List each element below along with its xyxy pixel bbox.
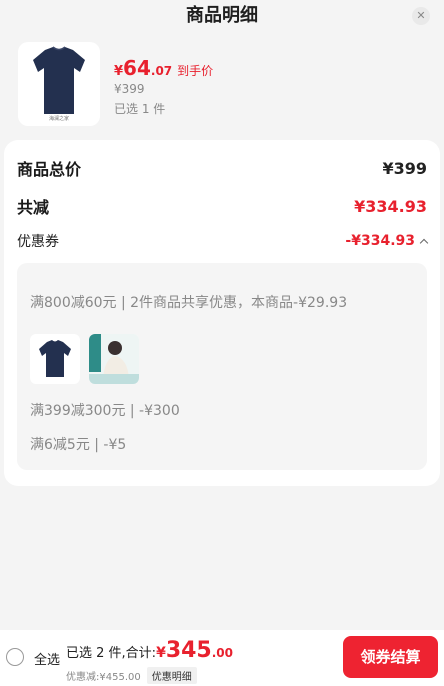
total-price-row: 商品总价 ¥399 xyxy=(17,156,427,180)
selected-count: 已选 1 件 xyxy=(114,102,166,116)
coupon-line-3: 满6减5元 | -¥5 xyxy=(30,437,127,453)
total-integer: 345 xyxy=(165,638,212,663)
discount-text: 优惠减:¥455.00 xyxy=(66,672,141,683)
header: 商品明细 ✕ xyxy=(0,0,444,34)
coupon-label: 优惠券 xyxy=(17,234,59,250)
product-thumbnail[interactable]: 海澜之家 xyxy=(18,42,100,126)
deal-price: ¥64.07 到手价 xyxy=(114,56,213,80)
coupon-detail-box: 满800减60元 | 2件商品共享优惠，本商品-¥29.93 满399减300元… xyxy=(17,263,427,470)
coupon-value: -¥334.93 xyxy=(345,233,415,249)
price-summary-panel: 商品总价 ¥399 共减 ¥334.93 优惠券 -¥334.93 满800减6… xyxy=(4,140,440,486)
tshirt-image xyxy=(33,46,85,114)
page-title: 商品明细 xyxy=(186,5,258,26)
reduce-label: 共减 xyxy=(17,198,50,217)
bottom-bar: 全选 已选 2 件,合计:¥345.00 优惠减:¥455.00 优惠明细 领券结… xyxy=(0,630,444,686)
reduce-value: ¥334.93 xyxy=(354,196,427,216)
total-label: 商品总价 xyxy=(17,160,82,179)
coupon-line-2: 满399减300元 | -¥300 xyxy=(30,403,180,419)
coupon-row[interactable]: 优惠券 -¥334.93 xyxy=(17,231,429,251)
coupon-item-tshirt xyxy=(30,334,80,384)
sweater-mini-image xyxy=(89,334,139,384)
thumb-label: 海澜之家 xyxy=(48,116,69,122)
checkout-button[interactable]: 领券结算 xyxy=(343,636,438,678)
price-currency: ¥ xyxy=(114,64,124,79)
total-currency: ¥ xyxy=(156,645,166,661)
discount-summary: 优惠减:¥455.00 优惠明细 xyxy=(66,667,197,684)
tshirt-mini-image xyxy=(39,340,71,377)
total-value: ¥399 xyxy=(382,158,427,178)
original-price: ¥399 xyxy=(114,82,145,96)
discount-detail-button[interactable]: 优惠明细 xyxy=(146,667,197,684)
total-decimal: .00 xyxy=(211,646,234,660)
price-tag: 到手价 xyxy=(177,64,214,78)
price-integer: 64 xyxy=(123,56,151,80)
chevron-up-icon[interactable] xyxy=(419,238,429,248)
coupon-item-sweater xyxy=(89,334,139,384)
coupon-value-wrap: -¥334.93 xyxy=(345,233,429,249)
selected-total: 已选 2 件,合计:¥345.00 xyxy=(66,638,233,663)
price-decimal: .07 xyxy=(150,64,173,78)
close-icon[interactable]: ✕ xyxy=(412,7,430,25)
selected-summary: 已选 2 件,合计: xyxy=(66,646,157,661)
reduce-row: 共减 ¥334.93 xyxy=(17,194,427,218)
select-all-radio-icon[interactable] xyxy=(6,648,24,666)
coupon-line-1: 满800减60元 | 2件商品共享优惠，本商品-¥29.93 xyxy=(30,295,348,311)
product-card[interactable]: 海澜之家 ¥64.07 到手价 ¥399 已选 1 件 xyxy=(16,42,428,128)
select-all-label[interactable]: 全选 xyxy=(34,649,60,668)
